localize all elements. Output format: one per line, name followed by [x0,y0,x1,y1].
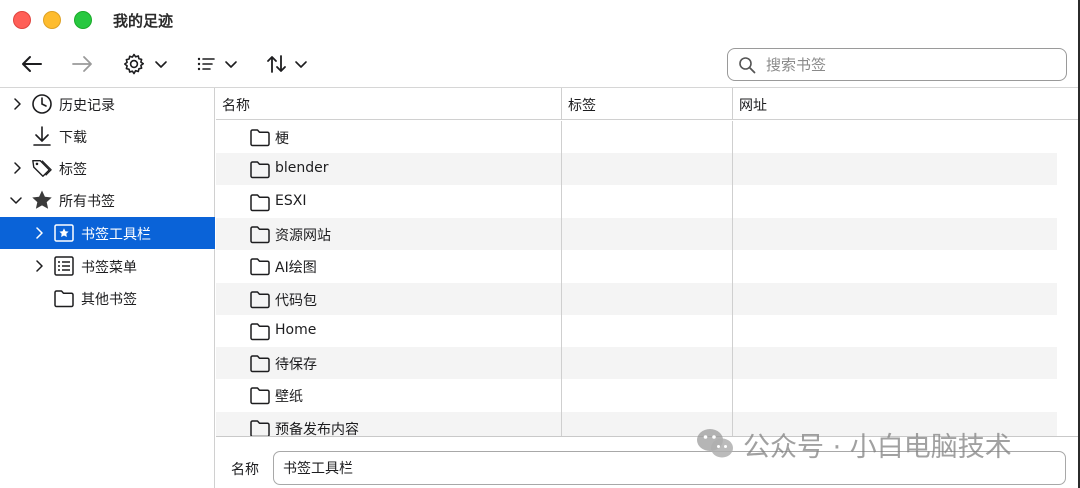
column-divider [561,121,562,436]
table-row[interactable]: ESXI [216,186,1057,218]
clock-icon [31,93,53,115]
column-header-name[interactable]: 名称 [222,95,250,115]
sort-button[interactable] [262,50,312,78]
column-header-url[interactable]: 网址 [739,95,767,115]
sidebar-item-downloads[interactable]: 下载 [0,120,215,152]
folder-icon [249,256,271,280]
organize-button[interactable] [120,50,170,78]
row-name: blender [275,160,329,177]
sidebar-item-tags[interactable]: 标签 [0,152,215,184]
chevron-right-icon[interactable] [11,162,23,174]
sidebar-item-label: 所有书签 [59,194,115,210]
chevron-down-icon[interactable] [10,194,22,206]
arrow-right-icon [72,56,92,72]
folder-icon [249,418,271,436]
folder-icon [249,385,271,409]
arrow-left-icon [22,56,42,72]
row-name: AI绘图 [275,260,317,277]
table-row[interactable]: 梗 [216,121,1057,153]
table-row[interactable]: 资源网站 [216,217,1057,250]
folder-icon [249,159,271,183]
sidebar-item-other-bookmarks[interactable]: 其他书签 [0,282,215,314]
forward-button[interactable] [68,50,96,78]
table-row[interactable]: AI绘图 [216,250,1057,282]
folder-icon [249,127,271,151]
row-name: 待保存 [275,357,317,374]
chevron-down-icon [225,61,237,68]
search-icon [739,56,756,73]
zoom-window-button[interactable] [74,11,92,29]
list-header: 名称 标签 网址 [216,88,1080,120]
table-row[interactable]: 待保存 [216,347,1057,380]
sidebar-tree: 历史记录 下载 标签 所有书签 书签工具栏 书签菜单 其他书签 [0,88,215,488]
sidebar-item-label: 其他书签 [81,292,137,308]
row-name: 壁纸 [275,389,303,406]
folder-icon [249,224,271,248]
search-input[interactable] [766,55,1046,74]
list-icon [197,57,215,71]
row-name: Home [275,321,317,338]
sidebar-item-label: 书签菜单 [81,260,137,276]
chevron-down-icon [155,61,167,68]
column-divider[interactable] [732,88,733,120]
chevron-down-icon [295,61,307,68]
sort-arrows-icon [267,55,286,73]
table-row[interactable]: Home [216,315,1057,347]
sidebar-item-bookmarks-toolbar[interactable]: 书签工具栏 [0,217,215,249]
row-name: 梗 [275,131,289,147]
column-divider [732,121,733,436]
watermark: 公众号 · 小白电脑技术 [695,424,1012,464]
sidebar-item-all-bookmarks[interactable]: 所有书签 [0,184,215,216]
name-field-label: 名称 [231,462,259,478]
table-row[interactable]: blender [216,153,1057,186]
sidebar-item-history[interactable]: 历史记录 [0,88,215,120]
bookmarks-toolbar-icon [53,222,75,244]
column-header-tags[interactable]: 标签 [568,95,596,115]
title-bar: 我的足迹 [0,0,1080,40]
download-icon [31,125,53,147]
table-row[interactable]: 代码包 [216,282,1057,315]
toolbar [0,40,1080,88]
chevron-right-icon[interactable] [33,227,45,239]
search-box[interactable] [727,48,1067,81]
chevron-right-icon[interactable] [11,98,23,110]
gear-icon [124,53,144,75]
close-window-button[interactable] [13,11,31,29]
watermark-text: 公众号 · 小白电脑技术 [743,431,1012,463]
column-divider[interactable] [561,88,562,120]
sidebar-item-label: 历史记录 [59,98,115,114]
sidebar-item-label: 下载 [59,130,87,146]
row-name: ESXI [275,192,307,209]
window-title: 我的足迹 [113,12,174,30]
row-name: 预备发布内容 [275,421,359,436]
row-name: 代码包 [275,292,317,309]
folder-icon [249,321,271,345]
chevron-right-icon[interactable] [33,260,45,272]
folder-icon [53,287,75,309]
bookmarks-menu-icon [53,255,75,277]
views-button[interactable] [192,50,242,78]
folder-icon [249,192,271,216]
wechat-icon [697,429,733,458]
sidebar-item-bookmarks-menu[interactable]: 书签菜单 [0,250,215,282]
tags-icon [31,157,53,179]
back-button[interactable] [18,50,46,78]
folder-icon [249,353,271,377]
sidebar-item-label: 书签工具栏 [81,227,151,243]
sidebar-item-label: 标签 [59,162,87,178]
row-name: 资源网站 [275,227,331,244]
bookmarks-list: 名称 标签 网址 梗 blender ESXI 资源网站 AI绘图代码包 Home 待保存壁… [216,88,1080,436]
star-icon [31,189,53,211]
folder-icon [249,289,271,313]
table-row[interactable]: 壁纸 [216,379,1057,411]
minimize-window-button[interactable] [43,11,61,29]
